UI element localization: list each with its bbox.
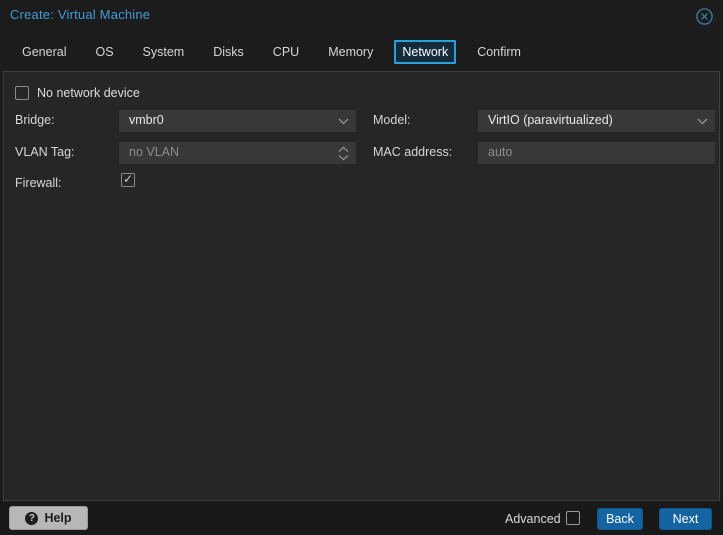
- bridge-combobox[interactable]: vmbr0: [119, 110, 356, 132]
- vlan-tag-spinner[interactable]: no VLAN: [119, 142, 356, 164]
- dialog-footer: Help Advanced Back Next: [0, 502, 723, 535]
- advanced-checkbox[interactable]: [566, 511, 580, 525]
- chevron-down-icon[interactable]: [695, 110, 709, 132]
- mac-address-label: MAC address:: [373, 145, 453, 159]
- firewall-label: Firewall:: [15, 176, 62, 190]
- model-label: Model:: [373, 113, 411, 127]
- help-button-label: Help: [44, 511, 72, 525]
- help-button[interactable]: Help: [9, 506, 88, 530]
- firewall-checkbox[interactable]: [121, 172, 135, 187]
- tab-cpu[interactable]: CPU: [265, 38, 307, 66]
- dialog-title: Create: Virtual Machine: [10, 7, 151, 22]
- no-network-device-checkbox[interactable]: [15, 86, 29, 100]
- mac-address-input[interactable]: auto: [478, 142, 715, 164]
- tab-disks[interactable]: Disks: [205, 38, 252, 66]
- wizard-tab-bar: General OS System Disks CPU Memory Netwo…: [14, 37, 529, 66]
- create-vm-dialog: Create: Virtual Machine General OS Syste…: [0, 0, 723, 535]
- tab-os[interactable]: OS: [87, 38, 121, 66]
- question-circle-icon: [25, 511, 39, 525]
- tab-memory[interactable]: Memory: [320, 38, 381, 66]
- advanced-label: Advanced: [505, 512, 561, 526]
- close-icon[interactable]: [696, 8, 713, 25]
- tab-general[interactable]: General: [14, 38, 74, 66]
- bridge-value: vmbr0: [129, 113, 164, 127]
- network-tab-panel: No network device Bridge: vmbr0 Model: V…: [3, 71, 720, 501]
- model-value: VirtIO (paravirtualized): [488, 113, 613, 127]
- next-button[interactable]: Next: [659, 508, 712, 530]
- chevron-down-icon[interactable]: [336, 110, 350, 132]
- mac-address-placeholder: auto: [488, 145, 513, 159]
- bridge-label: Bridge:: [15, 113, 55, 127]
- tab-system[interactable]: System: [135, 38, 193, 66]
- tab-confirm[interactable]: Confirm: [469, 38, 529, 66]
- no-network-device-label: No network device: [37, 86, 140, 100]
- back-button[interactable]: Back: [597, 508, 643, 530]
- vlan-tag-value: no VLAN: [129, 145, 180, 159]
- tab-network[interactable]: Network: [394, 39, 457, 64]
- model-combobox[interactable]: VirtIO (paravirtualized): [478, 110, 715, 132]
- vlan-tag-label: VLAN Tag:: [15, 145, 75, 159]
- chevron-up-down-icon[interactable]: [336, 142, 350, 164]
